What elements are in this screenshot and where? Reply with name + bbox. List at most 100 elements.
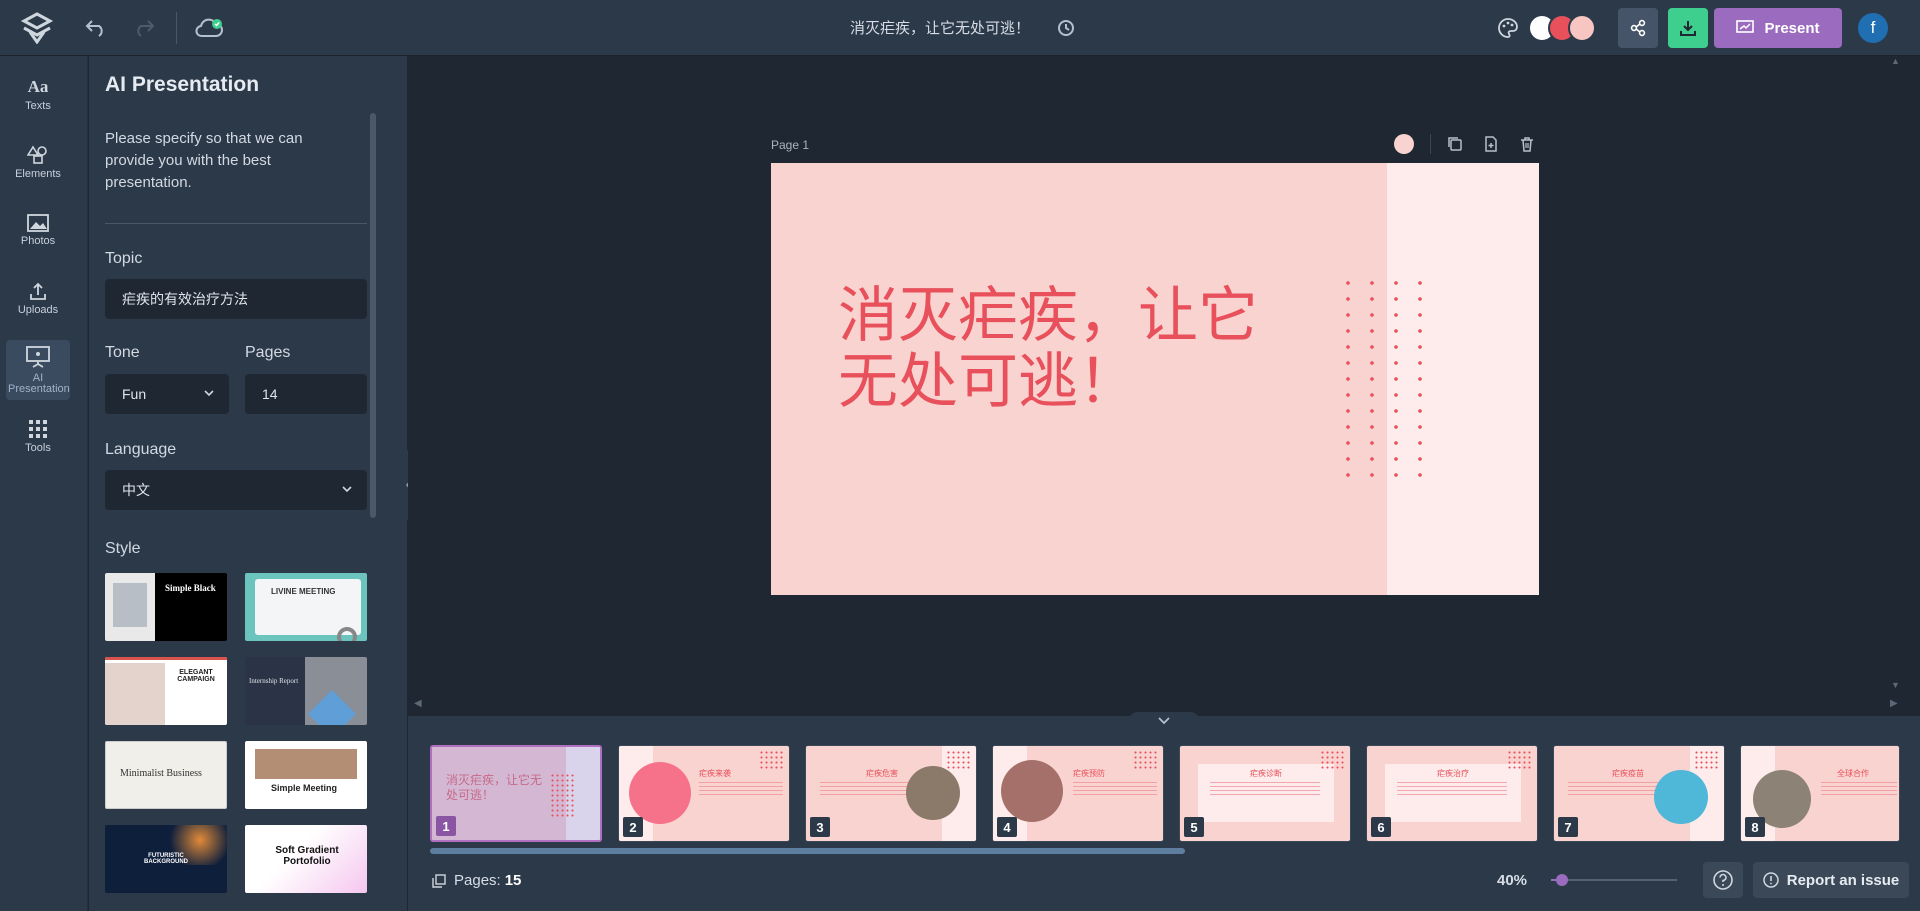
- slide-canvas[interactable]: 消灭疟疾，让它无处可逃！: [771, 163, 1539, 595]
- scroll-right-arrow-icon[interactable]: ▶: [1890, 698, 1898, 709]
- style-card-label: ELEGANT CAMPAIGN: [177, 669, 215, 683]
- style-card-soft-gradient[interactable]: Soft Gradient Portofolio: [245, 825, 367, 893]
- style-card-label: Internship Report: [249, 677, 299, 685]
- share-icon: [1630, 19, 1646, 37]
- pages-input[interactable]: 14: [245, 374, 367, 414]
- thumb-body-text: [1821, 782, 1897, 796]
- page-color-swatch: [1394, 134, 1414, 154]
- rail-item-elements[interactable]: Elements: [6, 132, 70, 192]
- help-button[interactable]: [1703, 862, 1743, 898]
- thumb-number: 6: [1371, 817, 1391, 837]
- theme-swatches[interactable]: [1528, 14, 1600, 42]
- rail-item-uploads[interactable]: Uploads: [6, 268, 70, 328]
- undo-icon[interactable]: [82, 14, 110, 42]
- page-thumbnail-3[interactable]: 疟疾危害 3: [805, 745, 977, 842]
- slide-title[interactable]: 消灭疟疾，让它无处可逃！: [838, 283, 1258, 415]
- image-icon: [27, 213, 49, 232]
- page-thumbnail-6[interactable]: 疟疾治疗 6: [1366, 745, 1538, 842]
- thumb-body-text: [1073, 782, 1157, 796]
- zoom-slider-handle[interactable]: [1556, 874, 1568, 886]
- history-icon[interactable]: [1052, 14, 1080, 42]
- help-icon: [1713, 870, 1733, 890]
- thumb-vaccine-image: [1654, 770, 1708, 824]
- page-thumbnail-1[interactable]: 消灭疟疾，让它无处可逃！ 1: [430, 745, 602, 842]
- thumb-title: 消灭疟疾，让它无处可逃！: [446, 773, 543, 802]
- page-color-button[interactable]: [1393, 133, 1415, 155]
- rail-item-texts[interactable]: Aa Texts: [6, 64, 70, 124]
- upload-icon: [30, 282, 46, 300]
- duplicate-page-button[interactable]: [1444, 133, 1466, 155]
- toggle-page-strip-button[interactable]: [1128, 712, 1200, 730]
- scroll-up-arrow-icon[interactable]: ▲: [1891, 56, 1900, 66]
- style-card-minimalist-business[interactable]: Minimalist Business: [105, 741, 227, 809]
- rail-item-photos[interactable]: Photos: [6, 200, 70, 260]
- language-label: Language: [105, 441, 177, 458]
- tone-select[interactable]: Fun: [105, 374, 229, 414]
- style-card-label: Minimalist Business: [120, 768, 202, 779]
- panel-title: AI Presentation: [105, 73, 260, 96]
- toolbar-divider: [176, 12, 177, 44]
- redo-icon[interactable]: [130, 14, 158, 42]
- thumb-dot-pattern: [1507, 750, 1533, 770]
- topic-input[interactable]: 疟疾的有效治疗方法: [105, 279, 367, 319]
- thumb-title: 疟疾预防: [1073, 769, 1105, 778]
- thumb-number: 2: [623, 817, 643, 837]
- thumb-title: 疟疾疫苗: [1612, 769, 1644, 778]
- rail-item-ai-presentation[interactable]: AI Presentation: [6, 340, 70, 400]
- shapes-icon: [27, 144, 47, 164]
- style-card-label: Soft Gradient Portofolio: [275, 845, 339, 867]
- scroll-left-arrow-icon[interactable]: ◀: [414, 698, 422, 709]
- cloud-saved-icon[interactable]: [192, 14, 226, 42]
- thumb-dot-pattern: [1694, 750, 1720, 770]
- document-title[interactable]: 消灭疟疾，让它无处可逃！: [820, 17, 1060, 38]
- download-button[interactable]: [1668, 8, 1708, 48]
- thumb-title: 疟疾来袭: [699, 769, 731, 778]
- language-select[interactable]: 中文: [105, 470, 367, 510]
- pages-count: Pages: 15: [432, 872, 521, 889]
- present-button[interactable]: Present: [1714, 8, 1842, 48]
- share-button[interactable]: [1618, 8, 1658, 48]
- add-page-icon: [1485, 136, 1497, 152]
- thumb-body-text: [699, 782, 783, 796]
- rail-item-tools[interactable]: Tools: [6, 406, 70, 466]
- presentation-board-icon: [26, 346, 50, 368]
- page-thumbnail-8[interactable]: 全球合作 8: [1740, 745, 1900, 842]
- language-value: 中文: [122, 482, 150, 498]
- report-issue-label: Report an issue: [1786, 871, 1900, 889]
- ai-presentation-panel: AI Presentation Please specify so that w…: [89, 56, 407, 911]
- app-logo-icon[interactable]: [20, 12, 54, 45]
- style-card-label: FUTURISTIC BACKGROUND: [144, 853, 188, 865]
- style-card-simple-meeting[interactable]: Simple Meeting: [245, 741, 367, 809]
- style-thumb-ring: [337, 627, 357, 641]
- report-issue-button[interactable]: Report an issue: [1753, 862, 1909, 898]
- page-strip-scrollbar[interactable]: [430, 848, 1185, 854]
- style-card-livine-meeting[interactable]: LIVINE MEETING: [245, 573, 367, 641]
- thumb-mosquito-image: [629, 762, 691, 824]
- page-thumbnail-5[interactable]: 疟疾诊断 5: [1179, 745, 1351, 842]
- page-thumbnail-2[interactable]: 疟疾来袭 2: [618, 745, 790, 842]
- user-avatar[interactable]: f: [1858, 13, 1888, 43]
- panel-scrollbar[interactable]: [370, 113, 376, 518]
- style-card-internship-report[interactable]: Internship Report: [245, 657, 367, 725]
- add-page-button[interactable]: [1480, 133, 1502, 155]
- thumb-number: 7: [1558, 817, 1578, 837]
- style-card-futuristic-background[interactable]: FUTURISTIC BACKGROUND: [105, 825, 227, 893]
- scroll-down-arrow-icon[interactable]: ▼: [1891, 680, 1900, 690]
- page-thumbnail-7[interactable]: 疟疾疫苗 7: [1553, 745, 1725, 842]
- info-icon: [1762, 872, 1779, 888]
- topic-label: Topic: [105, 250, 143, 267]
- chevron-down-icon: [1158, 717, 1170, 725]
- delete-page-button[interactable]: [1516, 133, 1538, 155]
- left-rail: Aa Texts Elements Photos Uploads AI Pres…: [0, 56, 88, 911]
- style-card-elegant-campaign[interactable]: ELEGANT CAMPAIGN: [105, 657, 227, 725]
- thumb-body-text: [1210, 782, 1320, 796]
- palette-icon[interactable]: [1494, 14, 1522, 42]
- tone-value: Fun: [122, 386, 147, 402]
- page-thumbnail-4[interactable]: 疟疾预防 4: [992, 745, 1164, 842]
- thumb-body-text: [1397, 782, 1507, 796]
- thumb-body-text: [820, 782, 920, 796]
- swatch-pink[interactable]: [1568, 14, 1596, 42]
- thumb-dot-pattern: [1320, 750, 1346, 770]
- zoom-slider[interactable]: [1551, 874, 1677, 886]
- style-card-simple-black[interactable]: Simple Black: [105, 573, 227, 641]
